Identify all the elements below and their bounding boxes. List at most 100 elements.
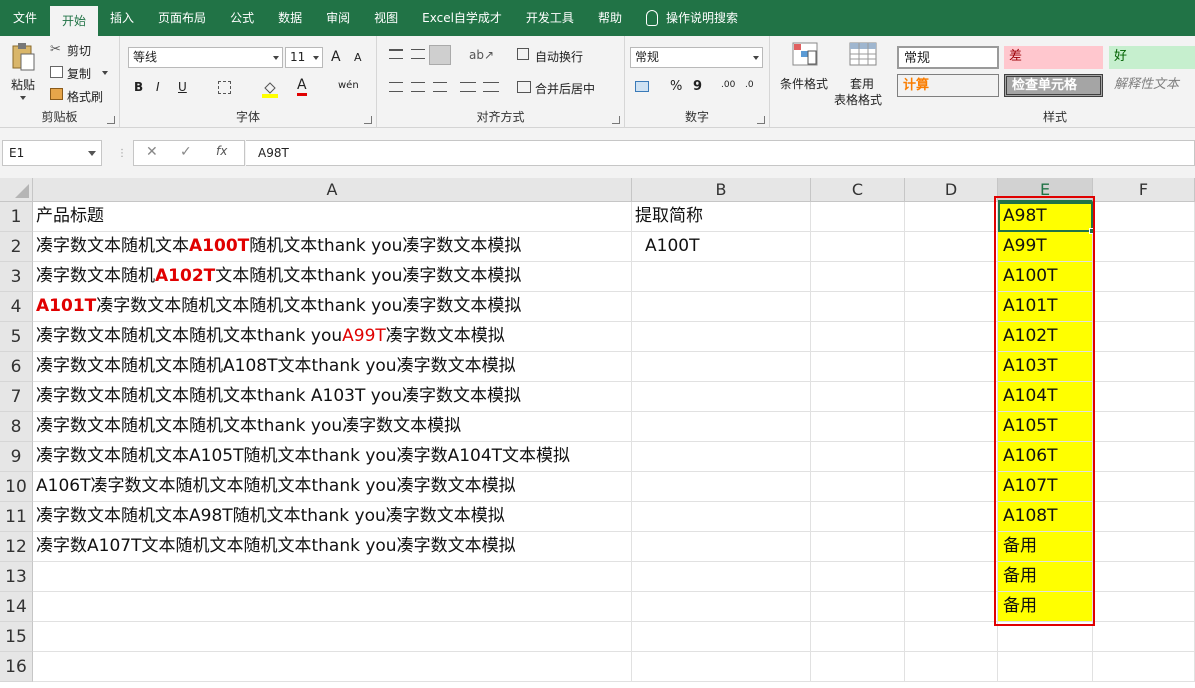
shrink-font-button[interactable]: A: [354, 51, 362, 64]
row-header-8[interactable]: 8: [0, 412, 33, 442]
cell-b4[interactable]: [632, 292, 811, 322]
cell-a10[interactable]: A106T凑字数文本随机文本随机文本thank you凑字数文本模拟: [33, 472, 632, 502]
font-color-button[interactable]: A: [297, 78, 307, 96]
row-header-10[interactable]: 10: [0, 472, 33, 502]
row-header-15[interactable]: 15: [0, 622, 33, 652]
cell-d16[interactable]: [905, 652, 998, 682]
underline-button[interactable]: U: [178, 80, 187, 94]
cell-a15[interactable]: [33, 622, 632, 652]
tab-review[interactable]: 审阅: [314, 0, 362, 36]
column-header-a[interactable]: A: [33, 178, 632, 202]
cell-b14[interactable]: [632, 592, 811, 622]
select-all-corner[interactable]: [0, 178, 33, 202]
cut-button[interactable]: 剪切: [67, 42, 91, 59]
format-painter-button[interactable]: 格式刷: [67, 88, 103, 105]
cell-f12[interactable]: [1093, 532, 1195, 562]
tab-developer[interactable]: 开发工具: [514, 0, 586, 36]
clipboard-launcher-icon[interactable]: [107, 116, 115, 124]
cell-f7[interactable]: [1093, 382, 1195, 412]
cell-a13[interactable]: [33, 562, 632, 592]
row-header-13[interactable]: 13: [0, 562, 33, 592]
cell-d13[interactable]: [905, 562, 998, 592]
tell-me-search[interactable]: 操作说明搜索: [634, 0, 750, 36]
increase-indent-icon[interactable]: [483, 82, 499, 92]
cell-d9[interactable]: [905, 442, 998, 472]
comma-button[interactable]: 9: [693, 79, 702, 94]
cell-c11[interactable]: [811, 502, 905, 532]
cell-d5[interactable]: [905, 322, 998, 352]
bold-button[interactable]: B: [134, 80, 143, 94]
row-header-4[interactable]: 4: [0, 292, 33, 322]
row-header-14[interactable]: 14: [0, 592, 33, 622]
cell-c3[interactable]: [811, 262, 905, 292]
tab-file[interactable]: 文件: [0, 0, 50, 36]
paste-button[interactable]: 粘贴: [11, 76, 35, 93]
cell-f3[interactable]: [1093, 262, 1195, 292]
cell-c7[interactable]: [811, 382, 905, 412]
cell-c15[interactable]: [811, 622, 905, 652]
font-launcher-icon[interactable]: [364, 116, 372, 124]
column-header-c[interactable]: C: [811, 178, 905, 202]
tab-excel-zixue[interactable]: Excel自学成才: [410, 0, 514, 36]
column-header-e[interactable]: E: [998, 178, 1093, 202]
cell-b8[interactable]: [632, 412, 811, 442]
cell-c14[interactable]: [811, 592, 905, 622]
dropdown-arrow-icon[interactable]: [102, 71, 108, 75]
dropdown-arrow-icon[interactable]: [20, 96, 26, 100]
cell-c2[interactable]: [811, 232, 905, 262]
cell-d4[interactable]: [905, 292, 998, 322]
cell-c10[interactable]: [811, 472, 905, 502]
cell-b13[interactable]: [632, 562, 811, 592]
orientation-icon[interactable]: ab↗: [469, 48, 494, 62]
cell-b9[interactable]: [632, 442, 811, 472]
row-header-16[interactable]: 16: [0, 652, 33, 682]
cell-d7[interactable]: [905, 382, 998, 412]
cell-a2[interactable]: 凑字数文本随机文本A100T随机文本thank you凑字数文本模拟: [33, 232, 632, 262]
number-launcher-icon[interactable]: [757, 116, 765, 124]
cell-e6[interactable]: A103T: [998, 352, 1093, 382]
cell-a1[interactable]: 产品标题: [33, 202, 632, 232]
cell-b3[interactable]: [632, 262, 811, 292]
style-explanatory[interactable]: 解释性文本: [1109, 74, 1195, 97]
style-check-cell[interactable]: 检查单元格: [1004, 74, 1103, 97]
cell-e13[interactable]: 备用: [998, 562, 1093, 592]
style-calculation[interactable]: 计算: [897, 74, 999, 97]
cell-f8[interactable]: [1093, 412, 1195, 442]
align-top-icon[interactable]: [389, 49, 403, 59]
cell-b10[interactable]: [632, 472, 811, 502]
cell-a11[interactable]: 凑字数文本随机文本A98T随机文本thank you凑字数文本模拟: [33, 502, 632, 532]
cell-c13[interactable]: [811, 562, 905, 592]
cell-b5[interactable]: [632, 322, 811, 352]
conditional-format-button[interactable]: 条件格式: [780, 75, 828, 92]
cell-c8[interactable]: [811, 412, 905, 442]
alignment-launcher-icon[interactable]: [612, 116, 620, 124]
cell-f16[interactable]: [1093, 652, 1195, 682]
align-right-icon[interactable]: [433, 82, 447, 92]
cell-c9[interactable]: [811, 442, 905, 472]
cell-a16[interactable]: [33, 652, 632, 682]
cell-e2[interactable]: A99T: [998, 232, 1093, 262]
cell-d2[interactable]: [905, 232, 998, 262]
cell-e8[interactable]: A105T: [998, 412, 1093, 442]
cell-f5[interactable]: [1093, 322, 1195, 352]
border-icon[interactable]: [218, 81, 231, 94]
decrease-indent-icon[interactable]: [460, 82, 476, 92]
cell-c6[interactable]: [811, 352, 905, 382]
cell-e11[interactable]: A108T: [998, 502, 1093, 532]
column-header-f[interactable]: F: [1093, 178, 1195, 202]
row-header-9[interactable]: 9: [0, 442, 33, 472]
cell-d3[interactable]: [905, 262, 998, 292]
align-middle-icon[interactable]: [411, 49, 425, 59]
insert-function-icon[interactable]: fx: [216, 144, 227, 158]
cell-b7[interactable]: [632, 382, 811, 412]
row-header-5[interactable]: 5: [0, 322, 33, 352]
tab-page-layout[interactable]: 页面布局: [146, 0, 218, 36]
tab-view[interactable]: 视图: [362, 0, 410, 36]
cell-f2[interactable]: [1093, 232, 1195, 262]
paste-icon[interactable]: [10, 42, 36, 72]
cell-e4[interactable]: A101T: [998, 292, 1093, 322]
cell-b6[interactable]: [632, 352, 811, 382]
format-as-table-line2[interactable]: 表格格式: [834, 91, 882, 108]
cell-e12[interactable]: 备用: [998, 532, 1093, 562]
cell-f10[interactable]: [1093, 472, 1195, 502]
